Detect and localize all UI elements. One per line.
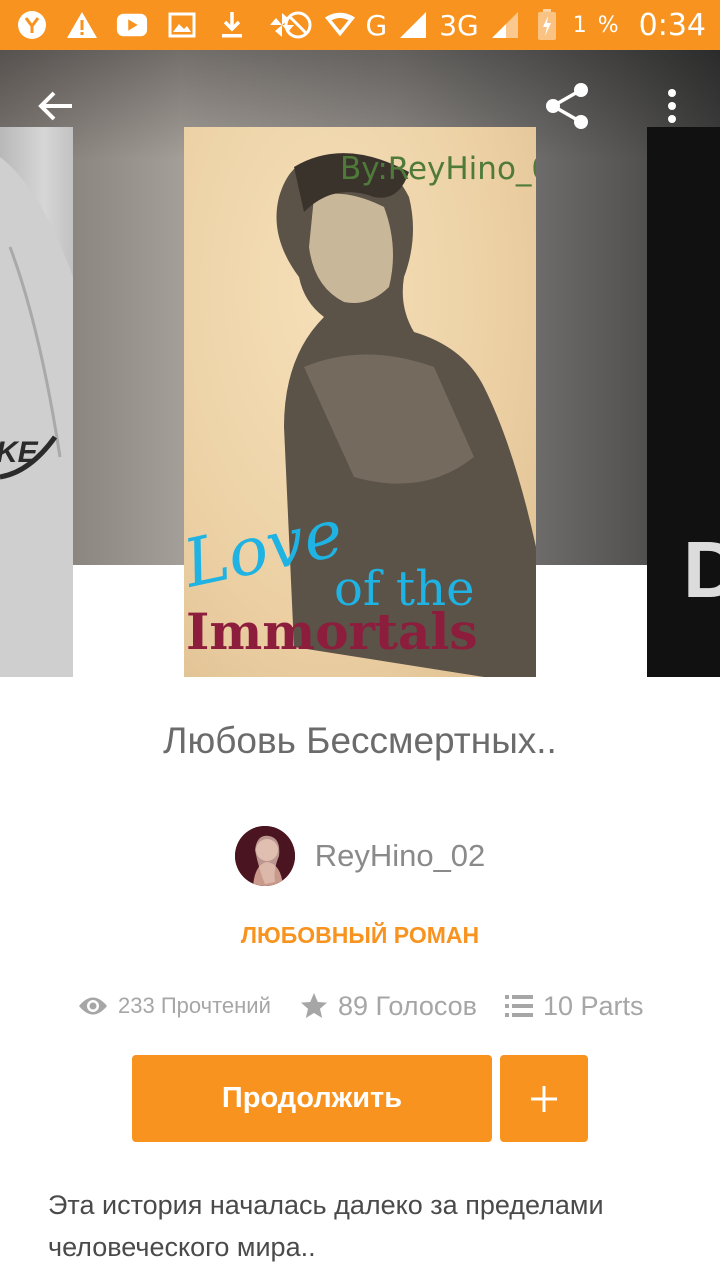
cover-current[interactable]: By:ReyHino_02 Love of the Immortals [184,127,536,677]
list-icon [505,995,533,1017]
no-disturb-icon [282,9,314,41]
clock: 0:34 [638,7,706,43]
youtube-icon [116,9,148,41]
signal-icon [397,9,429,41]
plus-icon [531,1085,557,1112]
book-description: Эта история началась далеко за пределами… [48,1190,604,1262]
yandex-icon [16,9,48,41]
share-button[interactable] [537,76,597,136]
votes-count: 89 Голосов [338,990,478,1021]
more-vertical-icon [668,89,676,123]
cover-title-line3: Immortals [186,602,478,661]
cover-byline: By:ReyHino_02 [340,151,536,187]
arrow-left-icon [38,91,72,121]
votes-stat: 89 Голосов [300,986,477,1026]
add-to-library-button[interactable] [500,1055,588,1142]
star-icon [301,993,327,1018]
warning-icon [66,9,98,41]
wifi-icon [324,9,356,41]
avatar-image [234,826,295,886]
stats-row: 233 Прочтений 89 Голосов 10 Parts [0,986,720,1026]
cover-previous-art: KE [0,157,73,677]
status-bar: G 3G 1 % 0:34 [0,0,720,50]
battery-icon [531,9,563,41]
parts-count: 10 Parts [543,990,644,1021]
reads-count: 233 Прочтений [118,993,271,1018]
cover-next-text: D [683,525,720,614]
battery-percent: 1 % [572,12,621,38]
network-3g-label: 3G [439,8,479,42]
cover-next-art: D [647,127,720,677]
reads-stat: 233 Прочтений [78,986,271,1026]
download-icon [216,9,248,41]
share-icon [546,83,588,129]
parts-stat[interactable]: 10 Parts [505,986,644,1026]
genre-link[interactable]: ЛЮБОВНЫЙ РОМАН [0,922,720,949]
eye-icon [79,997,107,1015]
status-bar-left [16,0,298,50]
avatar[interactable] [234,826,295,886]
image-icon [166,9,198,41]
author-row[interactable]: ReyHino_02 [0,826,720,886]
book-title: Любовь Бессмертных.. [163,720,557,761]
cover-art: By:ReyHino_02 Love of the Immortals [184,151,536,677]
network-g-label: G [365,8,388,42]
author-name[interactable]: ReyHino_02 [315,838,486,874]
signal-icon-2 [489,9,521,41]
cover-next[interactable]: D [647,127,720,677]
status-bar-right: G 3G 1 % 0:34 [282,0,706,50]
continue-reading-button[interactable]: Продолжить [132,1055,492,1142]
cover-previous[interactable]: KE [0,127,73,677]
